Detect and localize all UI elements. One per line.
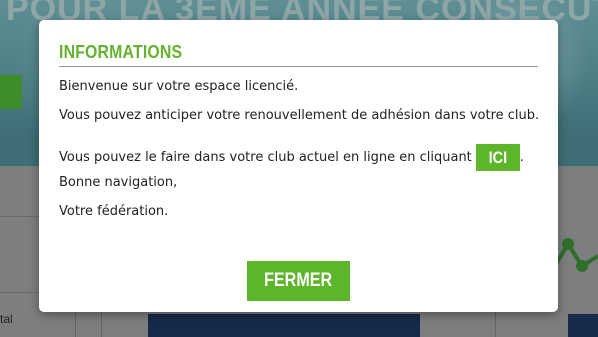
modal-title: INFORMATIONS: [59, 42, 183, 62]
greeting-text: Bonne navigation,: [59, 175, 178, 190]
renewal-text: Vous pouvez anticiper votre renouvelleme…: [59, 108, 540, 123]
background-table-border: [0, 292, 40, 293]
modal-title-divider: [59, 66, 538, 67]
online-renewal-text: Vous pouvez le faire dans votre club act…: [59, 144, 524, 171]
information-modal: INFORMATIONS Bienvenue sur votre espace …: [39, 20, 558, 312]
background-divider: [0, 216, 40, 217]
signature-text: Votre fédération.: [59, 204, 169, 219]
close-button-label: FERMER: [264, 270, 333, 291]
close-button[interactable]: FERMER: [247, 261, 350, 301]
welcome-text: Bienvenue sur votre espace licencié.: [59, 79, 299, 94]
background-navy-block: [148, 314, 420, 337]
online-renewal-lead: Vous pouvez le faire dans votre club act…: [59, 150, 472, 165]
ici-link-label: ICI: [488, 148, 508, 167]
ici-link-button[interactable]: ICI: [475, 144, 520, 171]
background-green-tab: [0, 75, 22, 109]
background-table-text: tal: [0, 312, 13, 326]
network-share-icon: [556, 238, 598, 272]
background-navy-block: [568, 314, 598, 337]
online-renewal-period: .: [519, 150, 524, 165]
